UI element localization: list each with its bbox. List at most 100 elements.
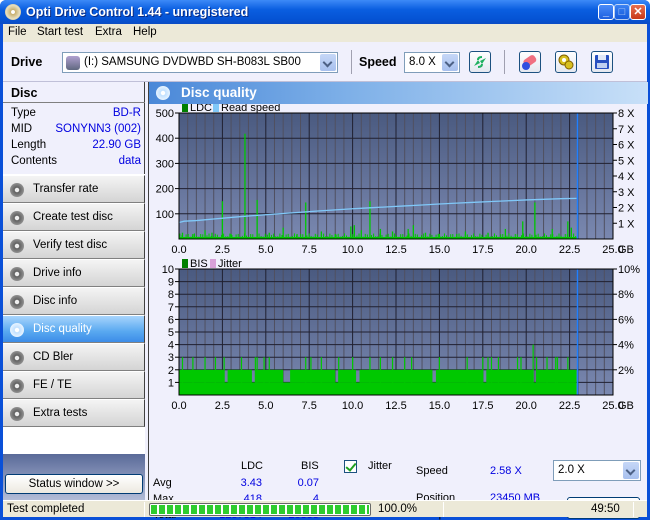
menu-bar: File Start test Extra Help bbox=[3, 24, 647, 42]
y-tick-label: 7 bbox=[168, 302, 174, 314]
app-disc-icon bbox=[5, 4, 21, 20]
y2-tick-label: 5 X bbox=[618, 155, 635, 167]
maximize-button[interactable]: □ bbox=[614, 4, 630, 20]
toolbar-separator bbox=[351, 50, 352, 74]
x-tick-label: 17.5 bbox=[472, 244, 493, 256]
bis-level-2 bbox=[179, 369, 225, 383]
speed-result-label: Speed bbox=[416, 465, 448, 477]
menu-help[interactable]: Help bbox=[133, 26, 157, 38]
minimize-icon: _ bbox=[602, 6, 610, 18]
drive-label: Drive bbox=[11, 55, 43, 69]
y-tick-label: 200 bbox=[156, 184, 174, 196]
disc-row-contents: Contents data bbox=[11, 155, 141, 171]
y-tick-label: 1 bbox=[168, 377, 174, 389]
disc-row-length: Length 22.90 GB bbox=[11, 139, 141, 155]
disc-icon bbox=[10, 183, 24, 197]
save-button[interactable] bbox=[591, 51, 613, 73]
test-speed-value: 2.0 X bbox=[558, 464, 585, 476]
progress-bar bbox=[149, 503, 371, 516]
sidebar-item-cd-bler[interactable]: CD Bler bbox=[3, 343, 145, 371]
chevron-down-icon[interactable] bbox=[442, 54, 458, 71]
sidebar-item-fe-te[interactable]: FE / TE bbox=[3, 371, 145, 399]
drive-select[interactable]: (I:) SAMSUNG DVDWBD SH-B083L SB00 bbox=[62, 52, 338, 73]
disc-icon bbox=[10, 239, 24, 253]
sidebar-item-transfer-rate[interactable]: Transfer rate bbox=[3, 175, 145, 203]
y-tick-label: 6 bbox=[168, 314, 174, 326]
stats-avg-bis: 0.07 bbox=[297, 477, 319, 489]
y-tick-label: 2 bbox=[168, 365, 174, 377]
y2-tick-label: 2% bbox=[618, 365, 634, 377]
x-tick-label: 22.5 bbox=[559, 400, 580, 412]
menu-file[interactable]: File bbox=[8, 26, 27, 38]
disc-icon bbox=[10, 295, 24, 309]
menu-extra[interactable]: Extra bbox=[95, 26, 122, 38]
y2-tick-label: 4 X bbox=[618, 171, 635, 183]
x-unit-label: GB bbox=[618, 244, 634, 256]
y2-tick-label: 8 X bbox=[618, 108, 635, 120]
main-panel: Disc quality 100 200 300 400 500 1 X 2 X 3 X 4 X… bbox=[148, 82, 648, 521]
minimize-button[interactable]: _ bbox=[598, 4, 614, 20]
drive-icon bbox=[66, 56, 80, 70]
menu-start-test[interactable]: Start test bbox=[37, 26, 83, 38]
title-bar[interactable]: Opti Drive Control 1.44 - unregistered _… bbox=[0, 0, 650, 24]
sidebar-item-label: Disc info bbox=[33, 295, 78, 307]
disc-key: MID bbox=[11, 123, 33, 135]
disc-value: BD-R bbox=[112, 107, 141, 119]
y-tick-label: 4 bbox=[168, 340, 174, 352]
refresh-button[interactable] bbox=[469, 51, 491, 73]
y2-tick-label: 4% bbox=[618, 340, 634, 352]
close-button[interactable]: ✕ bbox=[630, 4, 646, 20]
test-speed-select[interactable]: 2.0 X bbox=[553, 460, 641, 481]
status-divider bbox=[144, 502, 145, 517]
sidebar-item-drive-info[interactable]: Drive info bbox=[3, 259, 145, 287]
sidebar-item-verify-test-disc[interactable]: Verify test disc bbox=[3, 231, 145, 259]
sidebar-item-label: FE / TE bbox=[33, 379, 72, 391]
disc-value: SONYNN3 (002) bbox=[55, 123, 141, 135]
y2-tick-label: 3 X bbox=[618, 187, 635, 199]
stats-avg-ldc: 3.43 bbox=[240, 477, 262, 489]
y-tick-label: 10 bbox=[162, 264, 174, 276]
sidebar-item-extra-tests[interactable]: Extra tests bbox=[3, 399, 145, 427]
sidebar: Disc Type BD-R MID SONYNN3 (002) Length 22.… bbox=[3, 82, 145, 510]
status-window-button[interactable]: Status window >> bbox=[5, 474, 143, 494]
disc-panel-header: Disc bbox=[3, 82, 145, 103]
disc-panel-title: Disc bbox=[11, 86, 38, 100]
status-divider bbox=[633, 502, 634, 517]
close-icon: ✕ bbox=[633, 6, 643, 18]
progress-label: 100.0% bbox=[378, 503, 418, 515]
erase-button[interactable] bbox=[519, 51, 541, 73]
refresh-icon bbox=[474, 56, 486, 68]
legend-swatch-jitter bbox=[210, 259, 216, 268]
main-panel-title: Disc quality bbox=[181, 85, 257, 100]
bis-level-2 bbox=[536, 369, 577, 383]
toolbar: Drive (I:) SAMSUNG DVDWBD SH-B083L SB00 … bbox=[3, 42, 647, 82]
sidebar-item-disc-quality[interactable]: Disc quality bbox=[3, 315, 145, 343]
jitter-checkbox[interactable] bbox=[344, 460, 357, 473]
y-tick-label: 3 bbox=[168, 352, 174, 364]
x-tick-label: 2.5 bbox=[215, 244, 230, 256]
x-tick-label: 15.0 bbox=[429, 244, 450, 256]
bis-level-2 bbox=[338, 369, 357, 383]
chevron-down-icon[interactable] bbox=[623, 462, 639, 479]
y2-tick-label: 8% bbox=[618, 289, 634, 301]
x-tick-label: 2.5 bbox=[215, 400, 230, 412]
x-tick-label: 0.0 bbox=[171, 244, 186, 256]
disc-quality-icon bbox=[156, 86, 170, 100]
settings-button[interactable] bbox=[555, 51, 577, 73]
disc-icon bbox=[10, 379, 24, 393]
legend-swatch-read-speed bbox=[213, 104, 219, 112]
status-text: Test completed bbox=[7, 503, 85, 515]
y-tick-label: 300 bbox=[156, 158, 174, 170]
x-tick-label: 20.0 bbox=[515, 400, 536, 412]
legend-ldc: LDC bbox=[190, 104, 212, 114]
sidebar-item-create-test-disc[interactable]: Create test disc bbox=[3, 203, 145, 231]
window-title: Opti Drive Control 1.44 - unregistered bbox=[26, 5, 249, 19]
sidebar-item-label: Create test disc bbox=[33, 211, 113, 223]
app-window: Opti Drive Control 1.44 - unregistered _… bbox=[0, 0, 650, 521]
sidebar-item-disc-info[interactable]: Disc info bbox=[3, 287, 145, 315]
chevron-down-icon[interactable] bbox=[320, 54, 336, 71]
disc-icon bbox=[10, 351, 24, 365]
bis-level-2 bbox=[435, 369, 483, 383]
y2-tick-label: 7 X bbox=[618, 124, 635, 136]
speed-select[interactable]: 8.0 X bbox=[404, 52, 460, 73]
